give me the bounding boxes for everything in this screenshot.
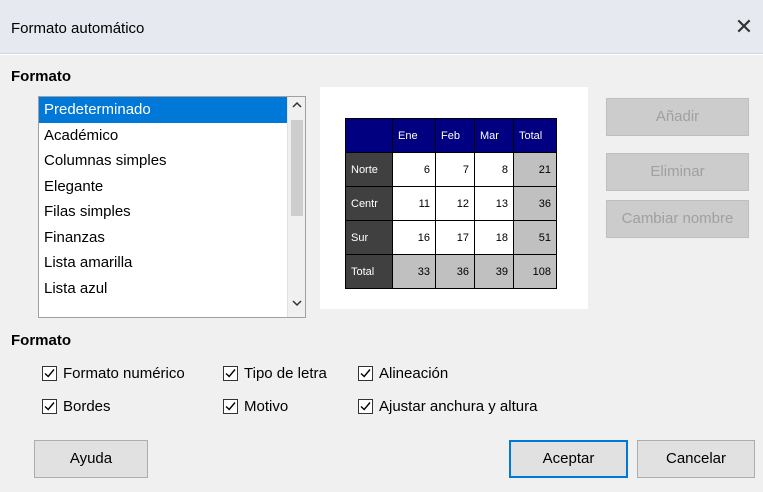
preview-total-cell: 39: [474, 254, 514, 289]
cancel-button[interactable]: Cancelar: [637, 440, 755, 478]
checkbox-box[interactable]: [358, 398, 373, 414]
delete-button[interactable]: Eliminar: [606, 153, 749, 191]
preview-cell: 11: [392, 186, 436, 221]
preview-header-cell: Ene: [392, 118, 436, 153]
checkbox-box[interactable]: [42, 398, 57, 414]
title-bar: Formato automático ✕: [0, 0, 763, 54]
preview-cell: 16: [392, 220, 436, 255]
preview-row-header: Total: [345, 254, 393, 289]
checkbox-box[interactable]: [42, 365, 57, 381]
autoformat-dialog: Formato Predeterminado Académico Columna…: [0, 55, 763, 492]
preview-cell: 6: [392, 152, 436, 187]
table-row: Ene Feb Mar Total: [345, 118, 557, 153]
list-item[interactable]: Columnas simples: [39, 148, 287, 174]
preview-row-header: Centr: [345, 186, 393, 221]
preview-total-cell: 51: [513, 220, 557, 255]
checkbox-label: Tipo de letra: [244, 364, 327, 382]
options-section-label: Formato: [11, 332, 71, 349]
list-item[interactable]: Finanzas: [39, 225, 287, 251]
list-item[interactable]: Elegante: [39, 174, 287, 200]
font-checkbox[interactable]: Tipo de letra: [223, 362, 327, 384]
autofit-checkbox[interactable]: Ajustar anchura y altura: [358, 395, 537, 417]
preview-header-cell: Feb: [435, 118, 475, 153]
checkbox-label: Bordes: [63, 397, 111, 415]
preview-cell: 17: [435, 220, 475, 255]
help-button[interactable]: Ayuda: [34, 440, 148, 478]
preview-total-cell: 21: [513, 152, 557, 187]
chevron-down-icon[interactable]: [288, 297, 305, 315]
preview-cell: 13: [474, 186, 514, 221]
preview-row-header: Sur: [345, 220, 393, 255]
checkbox-box[interactable]: [358, 365, 373, 381]
checkbox-label: Alineación: [379, 364, 449, 382]
list-item[interactable]: Académico: [39, 123, 287, 149]
preview-cell: 12: [435, 186, 475, 221]
pattern-checkbox[interactable]: Motivo: [223, 395, 288, 417]
format-preview: Ene Feb Mar Total Norte 6 7 8 21 Centr 1…: [320, 87, 588, 309]
preview-table: Ene Feb Mar Total Norte 6 7 8 21 Centr 1…: [345, 118, 557, 289]
checkbox-box[interactable]: [223, 398, 238, 414]
rename-button[interactable]: Cambiar nombre: [606, 200, 749, 238]
table-row: Sur 16 17 18 51: [345, 220, 557, 255]
preview-total-cell: 108: [513, 254, 557, 289]
table-row: Total 33 36 39 108: [345, 254, 557, 289]
alignment-checkbox[interactable]: Alineación: [358, 362, 448, 384]
preview-corner-cell: [345, 118, 393, 153]
preview-header-cell: Total: [513, 118, 557, 153]
format-section-label: Formato: [11, 68, 71, 85]
number-format-checkbox[interactable]: Formato numérico: [42, 362, 185, 384]
preview-total-cell: 36: [435, 254, 475, 289]
preview-total-cell: 36: [513, 186, 557, 221]
checkbox-label: Formato numérico: [63, 364, 185, 382]
format-listbox[interactable]: Predeterminado Académico Columnas simple…: [38, 96, 306, 318]
preview-header-cell: Mar: [474, 118, 514, 153]
checkbox-label: Ajustar anchura y altura: [379, 397, 538, 415]
table-row: Centr 11 12 13 36: [345, 186, 557, 221]
chevron-up-icon[interactable]: [288, 99, 305, 117]
check-icon: [360, 401, 371, 411]
table-row: Norte 6 7 8 21: [345, 152, 557, 187]
preview-row-header: Norte: [345, 152, 393, 187]
check-icon: [225, 401, 236, 411]
scroll-thumb[interactable]: [291, 120, 303, 216]
list-item[interactable]: Lista azul: [39, 276, 287, 302]
preview-cell: 7: [435, 152, 475, 187]
check-icon: [225, 368, 236, 378]
check-icon: [44, 368, 55, 378]
list-scrollbar[interactable]: [287, 97, 305, 317]
list-item[interactable]: Lista amarilla: [39, 250, 287, 276]
list-item[interactable]: Predeterminado: [39, 97, 287, 123]
preview-total-cell: 33: [392, 254, 436, 289]
checkbox-label: Motivo: [244, 397, 289, 415]
checkbox-box[interactable]: [223, 365, 238, 381]
borders-checkbox[interactable]: Bordes: [42, 395, 111, 417]
check-icon: [44, 401, 55, 411]
check-icon: [360, 368, 371, 378]
preview-cell: 18: [474, 220, 514, 255]
ok-button[interactable]: Aceptar: [509, 440, 628, 478]
list-item[interactable]: Filas simples: [39, 199, 287, 225]
preview-cell: 8: [474, 152, 514, 187]
close-icon[interactable]: ✕: [731, 14, 757, 40]
window-title: Formato automático: [11, 20, 145, 37]
add-button[interactable]: Añadir: [606, 98, 749, 136]
